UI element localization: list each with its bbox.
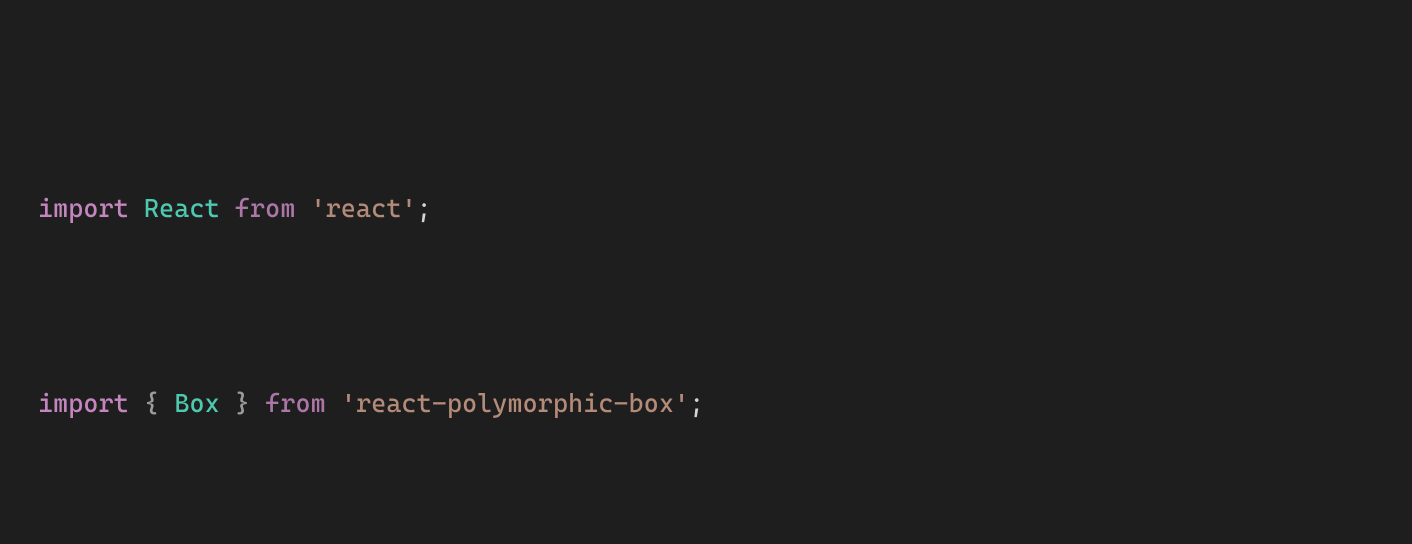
code-line[interactable]: import React from 'react'; (0, 189, 1412, 228)
keyword-import: import (38, 388, 129, 418)
identifier-box: Box (174, 388, 219, 418)
keyword-import: import (38, 193, 129, 223)
brace-close: } (235, 388, 250, 418)
semicolon: ; (417, 193, 432, 223)
string-literal: 'react-polymorphic-box' (341, 388, 689, 418)
keyword-from: from (235, 193, 296, 223)
brace-open: { (144, 388, 159, 418)
string-literal: 'react' (311, 193, 417, 223)
semicolon: ; (689, 388, 704, 418)
code-line[interactable]: import { Box } from 'react-polymorphic-b… (0, 384, 1412, 423)
code-editor[interactable]: import React from 'react'; import { Box … (0, 0, 1412, 544)
identifier-react: React (144, 193, 220, 223)
keyword-from: from (265, 388, 326, 418)
